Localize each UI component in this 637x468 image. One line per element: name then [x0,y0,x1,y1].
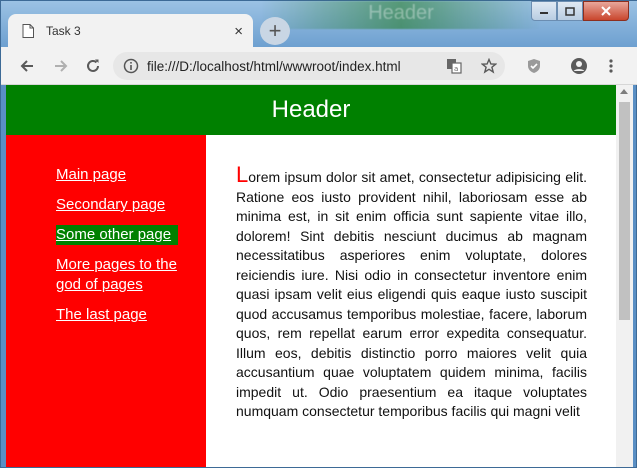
sidebar: Main page Secondary page Some other page… [6,135,206,467]
page-icon [22,24,34,38]
sidebar-nav: Main page Secondary page Some other page… [56,165,178,335]
tab-title: Task 3 [46,24,81,38]
page-header: Header [6,85,616,135]
svg-text:a: a [454,65,458,73]
nav-link-some-other-page[interactable]: Some other page [56,225,178,245]
extension-button[interactable] [521,47,547,85]
bookmark-button[interactable] [476,47,502,85]
info-icon[interactable] [123,58,139,74]
nav-link-secondary-page[interactable]: Secondary page [56,195,178,215]
scroll-up-arrow-icon[interactable] [620,89,628,94]
browser-window: Header Task 3 × + file:///D:/localhost/h… [0,0,637,468]
forward-button[interactable] [47,47,75,85]
translate-button[interactable]: a [441,47,467,85]
background-window-title: Header [261,1,541,29]
main-content: Lorem ipsum dolor sit amet, consectetur … [236,162,587,422]
menu-button[interactable] [599,47,623,85]
translate-icon: a [447,59,462,74]
star-icon [481,58,497,74]
url-text[interactable]: file:///D:/localhost/html/wwwroot/index.… [147,59,401,74]
tab-task-3[interactable]: Task 3 × [8,14,253,48]
nav-link-last-page[interactable]: The last page [56,305,178,325]
account-icon [571,58,587,74]
restore-icon [565,6,575,16]
page-scrollbar[interactable] [616,85,633,467]
nav-link-main-page[interactable]: Main page [56,165,178,185]
reload-button[interactable] [79,47,107,85]
forward-arrow-icon [55,60,68,72]
kebab-menu-icon [609,59,613,73]
body-text: orem ipsum dolor sit amet, consectetur a… [236,169,587,419]
new-tab-button[interactable]: + [260,17,290,45]
scrollbar-thumb[interactable] [619,102,630,320]
shield-icon [528,59,540,73]
drop-cap: L [236,162,249,187]
nav-link-more-pages[interactable]: More pages to the god of pages [56,255,178,295]
close-icon [601,6,611,16]
account-button[interactable] [566,47,592,85]
browser-toolbar: file:///D:/localhost/html/wwwroot/index.… [1,47,637,85]
tab-close-icon[interactable]: × [234,23,243,40]
title-bar[interactable]: Header Task 3 × + [1,1,637,48]
back-button[interactable] [13,47,41,85]
page-viewport: Header Main page Secondary page Some oth… [6,85,616,467]
minimize-icon [540,12,548,14]
close-window-button[interactable] [583,1,629,21]
reload-icon [87,59,99,72]
minimize-button[interactable] [531,1,557,21]
back-arrow-icon [20,60,33,72]
maximize-button[interactable] [557,1,583,21]
